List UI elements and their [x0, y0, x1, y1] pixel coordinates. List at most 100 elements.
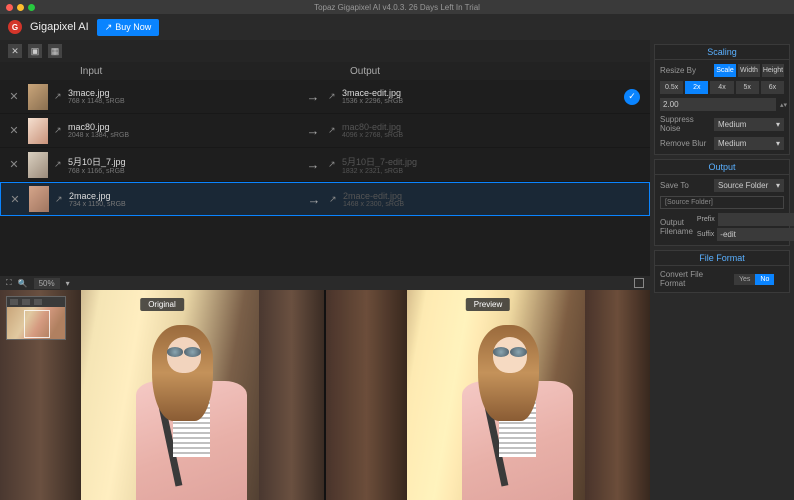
output-panel: Output Save To Source Folder▾ [Source Fo… [654, 159, 790, 246]
output-title: Output [655, 160, 789, 175]
output-filename-label: Output Filename [660, 218, 693, 236]
preset-4x[interactable]: 4x [710, 81, 733, 94]
save-to-select[interactable]: Source Folder▾ [714, 179, 784, 192]
remove-icon[interactable]: ✕ [7, 193, 23, 206]
output-meta: 1536 x 2296, sRGB [342, 98, 624, 105]
navigator-thumbs [7, 297, 65, 307]
toggle-yes[interactable]: Yes [734, 274, 755, 285]
remove-blur-label: Remove Blur [660, 139, 710, 148]
minimize-window[interactable] [17, 4, 24, 11]
reveal-output-icon[interactable]: ↗ [328, 91, 342, 102]
resize-by-label: Resize By [660, 66, 710, 75]
navigator-viewport[interactable] [7, 307, 65, 339]
buy-now-button[interactable]: ↗ Buy Now [97, 19, 160, 36]
prefix-input[interactable] [718, 213, 794, 226]
reveal-output-icon[interactable]: ↗ [329, 194, 343, 205]
save-to-label: Save To [660, 181, 710, 190]
mode-width[interactable]: Width [738, 64, 760, 77]
remove-icon[interactable]: ✕ [6, 124, 22, 137]
thumbnail [28, 84, 48, 110]
output-filename: 5月10日_7-edit.jpg [342, 155, 644, 168]
arrow-right-icon: → [298, 157, 328, 172]
preview-toolbar: ⛶ 🔍 50% ▾ [0, 276, 650, 290]
convert-toggle: Yes No [734, 274, 774, 285]
file-row[interactable]: ✕ ↗ mac80.jpg 2048 x 1384, sRGB → ↗ mac8… [0, 114, 650, 148]
preset-5x[interactable]: 5x [736, 81, 759, 94]
reveal-icon[interactable]: ↗ [55, 194, 69, 205]
remove-blur-select[interactable]: Medium▾ [714, 137, 784, 150]
output-meta: 4096 x 2768, sRGB [342, 132, 644, 139]
buy-label: Buy Now [115, 22, 151, 32]
layout-toggle-icon[interactable] [634, 278, 644, 288]
reveal-icon[interactable]: ↗ [54, 125, 68, 136]
source-folder-path: [Source Folder] [660, 196, 784, 209]
input-meta: 768 x 1166, sRGB [68, 168, 298, 175]
navigator[interactable] [6, 296, 66, 340]
mode-scale[interactable]: Scale [714, 64, 736, 77]
output-filename: 3mace-edit.jpg [342, 88, 624, 98]
input-meta: 2048 x 1384, sRGB [68, 132, 298, 139]
toggle-no[interactable]: No [755, 274, 774, 285]
titlebar: Topaz Gigapixel AI v4.0.3. 26 Days Left … [0, 0, 794, 14]
thumbnail [28, 118, 48, 144]
preset-6x[interactable]: 6x [761, 81, 784, 94]
header-input: Input [80, 66, 350, 77]
browse-icon[interactable]: ▦ [48, 44, 62, 58]
prefix-label: Prefix [697, 216, 715, 223]
close-window[interactable] [6, 4, 13, 11]
file-list: ✕ ↗ 3mace.jpg 768 x 1148, sRGB → ↗ 3mace… [0, 80, 650, 216]
reveal-icon[interactable]: ↗ [54, 91, 68, 102]
scaling-title: Scaling [655, 45, 789, 60]
list-empty-area [0, 216, 650, 276]
chevron-down-icon: ▾ [776, 120, 780, 129]
suffix-input[interactable] [717, 228, 794, 241]
scale-presets: 0.5x 2x 4x 5x 6x [660, 81, 784, 94]
preset-0-5x[interactable]: 0.5x [660, 81, 683, 94]
maximize-window[interactable] [28, 4, 35, 11]
output-filename: mac80-edit.jpg [342, 122, 644, 132]
external-link-icon: ↗ [105, 22, 113, 33]
suffix-label: Suffix [697, 231, 714, 238]
input-filename: 2mace.jpg [69, 191, 299, 201]
arrow-right-icon: → [298, 89, 328, 104]
mode-height[interactable]: Height [762, 64, 784, 77]
check-icon[interactable]: ✓ [624, 89, 640, 105]
output-filename: 2mace-edit.jpg [343, 191, 643, 201]
original-label: Original [140, 298, 184, 311]
window-controls [6, 4, 35, 11]
arrow-right-icon: → [299, 192, 329, 207]
custom-scale-input[interactable] [660, 98, 776, 111]
preset-2x[interactable]: 2x [685, 81, 708, 94]
clear-all-icon[interactable]: ✕ [8, 44, 22, 58]
convert-label: Convert File Format [660, 270, 730, 288]
reveal-icon[interactable]: ↗ [54, 159, 68, 170]
open-folder-icon[interactable]: ▣ [28, 44, 42, 58]
header-output: Output [350, 66, 380, 77]
thumbnail [29, 186, 49, 212]
remove-icon[interactable]: ✕ [6, 90, 22, 103]
stepper-icon[interactable]: ▴▾ [780, 101, 787, 109]
reveal-output-icon[interactable]: ↗ [328, 125, 342, 136]
preview-pane[interactable]: Preview [326, 290, 650, 500]
magnify-icon[interactable]: 🔍 [18, 279, 28, 288]
thumbnail [28, 152, 48, 178]
window-title: Topaz Gigapixel AI v4.0.3. 26 Days Left … [314, 3, 480, 12]
file-row[interactable]: ✕ ↗ 5月10日_7.jpg 768 x 1166, sRGB → ↗ 5月1… [0, 148, 650, 182]
topbar: G Gigapixel AI ↗ Buy Now [0, 14, 794, 40]
reveal-output-icon[interactable]: ↗ [328, 159, 342, 170]
file-row-selected[interactable]: ✕ ↗ 2mace.jpg 734 x 1150, sRGB → ↗ 2mace… [0, 182, 650, 216]
fit-icon[interactable]: ⛶ [6, 278, 12, 288]
input-meta: 768 x 1148, sRGB [68, 98, 298, 105]
chevron-down-icon[interactable]: ▾ [66, 279, 70, 288]
file-row[interactable]: ✕ ↗ 3mace.jpg 768 x 1148, sRGB → ↗ 3mace… [0, 80, 650, 114]
resize-mode-segmented: Scale Width Height [714, 64, 784, 77]
output-meta: 1468 x 2300, sRGB [343, 201, 643, 208]
zoom-level[interactable]: 50% [34, 278, 60, 289]
suppress-noise-select[interactable]: Medium▾ [714, 118, 784, 131]
input-filename: 5月10日_7.jpg [68, 155, 298, 168]
preview-area: Original Preview [0, 290, 650, 500]
remove-icon[interactable]: ✕ [6, 158, 22, 171]
preview-label: Preview [466, 298, 510, 311]
side-panel: Scaling Resize By Scale Width Height 0.5… [650, 40, 794, 500]
input-meta: 734 x 1150, sRGB [69, 201, 299, 208]
